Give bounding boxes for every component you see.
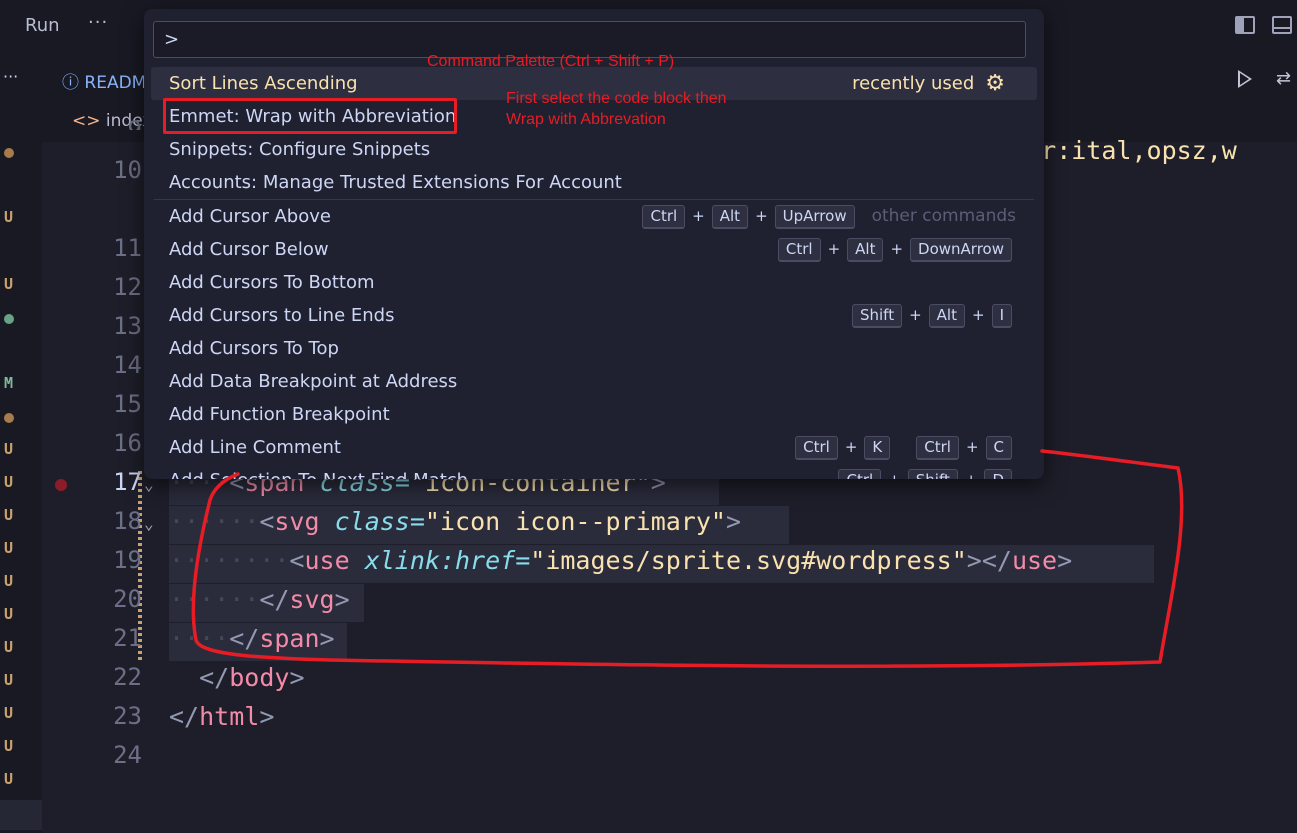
git-status-badge: U xyxy=(4,770,14,788)
line-number: 13 xyxy=(113,312,142,340)
git-status-badge: U xyxy=(4,473,14,491)
command-palette: Sort Lines Ascendingrecently used⚙Emmet:… xyxy=(144,9,1044,479)
keybinding-key: DownArrow xyxy=(910,237,1012,262)
line-number: 17 xyxy=(113,468,142,496)
keybinding-key: Ctrl xyxy=(642,204,686,229)
keybinding-key: Shift xyxy=(907,468,958,479)
line-number: 20 xyxy=(113,585,142,613)
command-item[interactable]: Add Line Comment Ctrl + K Ctrl + C xyxy=(144,431,1044,464)
explorer-more-icon[interactable]: ··· xyxy=(3,67,18,86)
keybinding-key: UpArrow xyxy=(774,204,855,229)
keybinding-key: Alt xyxy=(711,204,749,229)
code-line-20: ······</svg> xyxy=(169,585,350,614)
command-label: Add Data Breakpoint at Address xyxy=(169,371,458,392)
command-item[interactable]: Accounts: Manage Trusted Extensions For … xyxy=(144,166,1044,199)
command-label: Snippets: Configure Snippets xyxy=(169,139,431,160)
more-icon[interactable]: ··· xyxy=(88,12,108,33)
line-number: 9 xyxy=(127,116,142,130)
toggle-sidebar-icon[interactable] xyxy=(1235,16,1255,34)
line-number: 10 xyxy=(113,156,142,184)
annotation-hint-2: Wrap with Abbrevation xyxy=(506,111,666,128)
highlight-box xyxy=(163,98,457,134)
git-status-badge: U xyxy=(4,671,14,689)
line-number: 21 xyxy=(113,624,142,652)
keybinding-key: Alt xyxy=(847,237,884,262)
command-label: Add Cursors To Bottom xyxy=(169,272,375,293)
keybinding-key: Ctrl xyxy=(795,435,838,460)
command-item[interactable]: Add Selection To Next Find MatchCtrl+Shi… xyxy=(144,464,1044,479)
line-number: 12 xyxy=(113,273,142,301)
command-item[interactable]: Add Cursors To Bottom xyxy=(144,266,1044,299)
git-status-badge: U xyxy=(4,704,14,722)
line-number: 22 xyxy=(113,663,142,691)
line-number: 24 xyxy=(113,741,142,769)
tab-readme[interactable]: ⓘ READM xyxy=(62,68,146,93)
menu-run[interactable]: Run xyxy=(25,15,60,36)
gear-icon[interactable]: ⚙ xyxy=(985,67,1005,100)
annotation-hint-1: First select the code block then xyxy=(506,90,727,107)
annotation-title: Command Palette (Ctrl + Shift + P) xyxy=(427,53,675,70)
line-number: 18 xyxy=(113,507,142,535)
command-item[interactable]: Add Cursor Below Ctrl + Alt + DownArrow xyxy=(144,233,1044,266)
line-number: 15 xyxy=(113,390,142,418)
keybinding-key: I xyxy=(991,303,1012,328)
command-item[interactable]: Snippets: Configure Snippets xyxy=(144,133,1044,166)
line-number: 16 xyxy=(113,429,142,457)
keybinding-key: Ctrl xyxy=(916,435,959,460)
info-icon: ⓘ xyxy=(62,73,85,93)
git-status-dot xyxy=(4,413,14,423)
fold-chevron-icon[interactable]: ⌄ xyxy=(144,514,154,533)
recently-used-label: recently used xyxy=(852,73,975,94)
keybinding-key: D xyxy=(984,468,1012,479)
line-number: 23 xyxy=(113,702,142,730)
git-status-badge: U xyxy=(4,208,14,226)
git-status-badge: U xyxy=(4,506,14,524)
git-status-badge: U xyxy=(4,605,14,623)
line-number: 19 xyxy=(113,546,142,574)
git-status-badge: U xyxy=(4,539,14,557)
command-item[interactable]: Add Cursors To Top xyxy=(144,332,1044,365)
code-line-23: </html> xyxy=(169,702,275,731)
code-line-21: ····</span> xyxy=(169,624,335,653)
line-number: 11 xyxy=(113,234,142,262)
git-status-badge: U xyxy=(4,737,14,755)
command-label: Accounts: Manage Trusted Extensions For … xyxy=(169,172,622,193)
breakpoint-icon[interactable] xyxy=(55,479,67,491)
git-status-badge: U xyxy=(4,440,14,458)
code-line-19: ········<use xlink:href="images/sprite.s… xyxy=(169,546,1073,575)
command-label: Add Function Breakpoint xyxy=(169,404,390,425)
git-status-dot xyxy=(4,314,14,324)
command-item[interactable]: Add Cursor Above Ctrl + Alt + UpArrow other co… xyxy=(144,200,1044,233)
git-status-badge: U xyxy=(4,638,14,656)
source-compare-icon[interactable]: ⇄ xyxy=(1276,68,1291,89)
keybinding-key: K xyxy=(864,435,891,460)
run-icon[interactable] xyxy=(1238,70,1252,88)
line-number: 14 xyxy=(113,351,142,379)
code-line-18: ······<svg class="icon icon--primary"> xyxy=(169,507,742,536)
other-commands-label: other commands xyxy=(871,206,1016,226)
selected-file-row[interactable] xyxy=(0,800,42,830)
keybinding-key: Ctrl xyxy=(838,468,882,479)
command-label: Add Cursors to Line Ends xyxy=(169,305,395,326)
toggle-panel-icon[interactable] xyxy=(1272,16,1292,34)
git-status-badge: U xyxy=(4,572,14,590)
command-item[interactable]: Add Cursors to Line Ends Shift + Alt + I xyxy=(144,299,1044,332)
keybinding-key: C xyxy=(985,435,1012,460)
git-status-badge: M xyxy=(4,374,14,392)
git-status-badge: U xyxy=(4,275,14,293)
keybinding-key: Shift xyxy=(851,303,903,328)
command-label: Add Selection To Next Find Match xyxy=(169,470,468,479)
command-label: Add Line Comment xyxy=(169,437,341,458)
keybinding-key: Alt xyxy=(928,303,965,328)
command-label: Add Cursor Below xyxy=(169,239,329,260)
git-status-dot xyxy=(4,148,14,158)
command-item[interactable]: Add Function Breakpoint xyxy=(144,398,1044,431)
command-label: Add Cursor Above xyxy=(169,206,331,227)
command-label: Sort Lines Ascending xyxy=(169,73,358,94)
keybinding-key: Ctrl xyxy=(777,237,821,262)
command-label: Add Cursors To Top xyxy=(169,338,339,359)
code-line-22: </body> xyxy=(199,663,305,692)
command-item[interactable]: Add Data Breakpoint at Address xyxy=(144,365,1044,398)
